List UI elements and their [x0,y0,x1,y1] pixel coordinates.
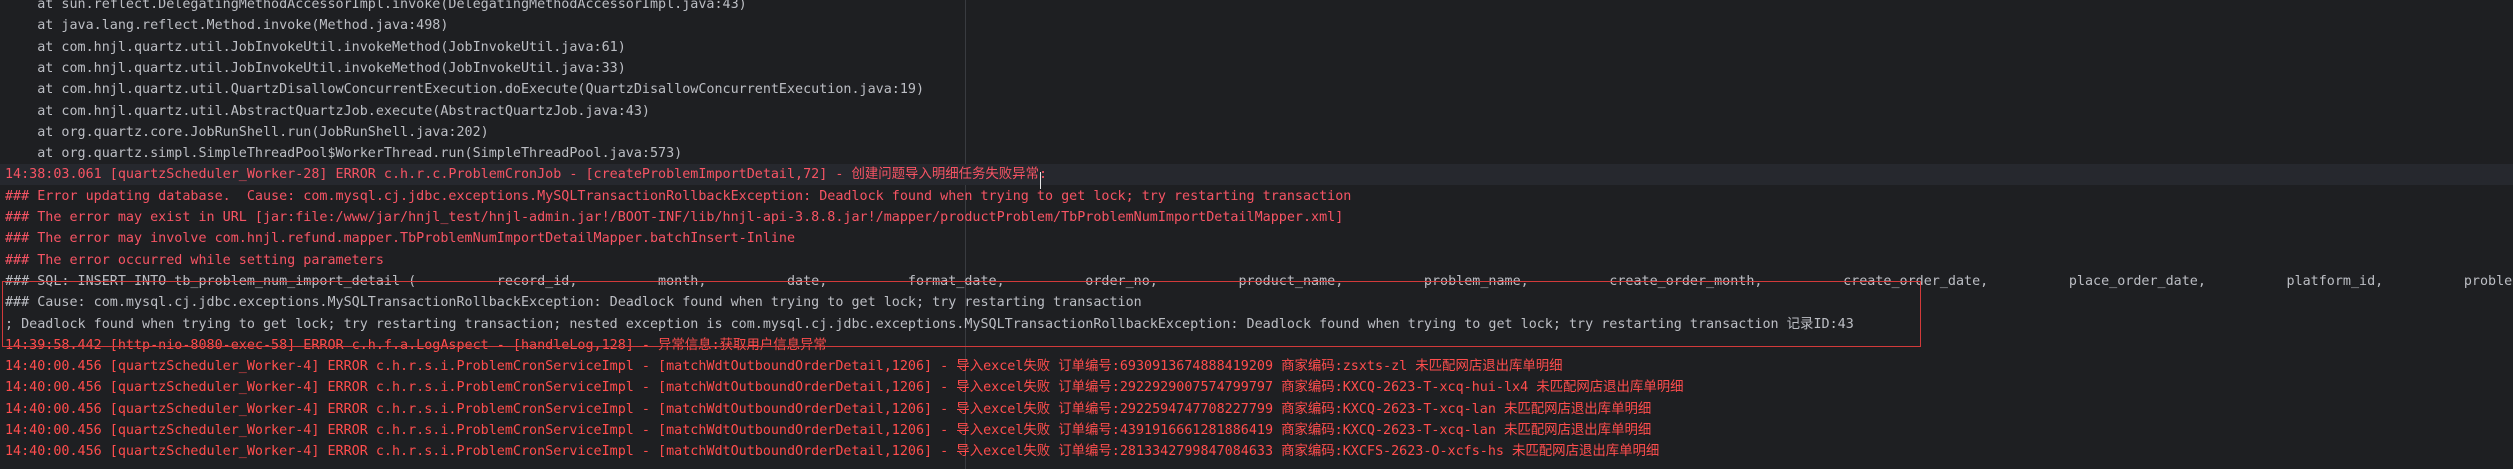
stack-trace-line[interactable]: at com.hnjl.quartz.util.JobInvokeUtil.in… [0,58,2513,79]
stack-trace-line[interactable]: at org.quartz.core.JobRunShell.run(JobRu… [0,122,2513,143]
stack-trace-line[interactable]: at java.lang.reflect.Method.invoke(Metho… [0,15,2513,36]
error-log-line[interactable]: 14:40:00.456 [quartzScheduler_Worker-4] … [0,356,2513,377]
stack-trace-line[interactable]: at sun.reflect.DelegatingMethodAccessorI… [0,0,2513,15]
error-log-line[interactable]: ### The error occurred while setting par… [0,250,2513,271]
stack-trace-line[interactable]: at org.quartz.simpl.SimpleThreadPool$Wor… [0,143,2513,164]
stack-trace-line[interactable]: at com.hnjl.quartz.util.AbstractQuartzJo… [0,101,2513,122]
error-log-line[interactable]: ### The error may involve com.hnjl.refun… [0,228,2513,249]
error-log-line[interactable]: ### Error updating database. Cause: com.… [0,186,2513,207]
stack-trace-line[interactable]: at com.hnjl.quartz.util.QuartzDisallowCo… [0,79,2513,100]
error-log-line[interactable]: 14:38:03.061 [quartzScheduler_Worker-28]… [0,164,2513,186]
error-log-line[interactable]: ### The error may exist in URL [jar:file… [0,207,2513,228]
error-log-line[interactable]: 14:40:00.456 [quartzScheduler_Worker-4] … [0,377,2513,398]
error-log-line[interactable]: 14:40:00.456 [quartzScheduler_Worker-4] … [0,441,2513,462]
error-log-line[interactable]: 14:40:00.456 [quartzScheduler_Worker-4] … [0,399,2513,420]
highlighted-region [2,281,1921,347]
error-log-line[interactable]: 14:40:00.456 [quartzScheduler_Worker-4] … [0,420,2513,441]
stack-trace-line[interactable]: at com.hnjl.quartz.util.JobInvokeUtil.in… [0,37,2513,58]
text-cursor [1040,172,1041,189]
console-output[interactable]: at sun.reflect.DelegatingMethodAccessorI… [0,0,2513,469]
